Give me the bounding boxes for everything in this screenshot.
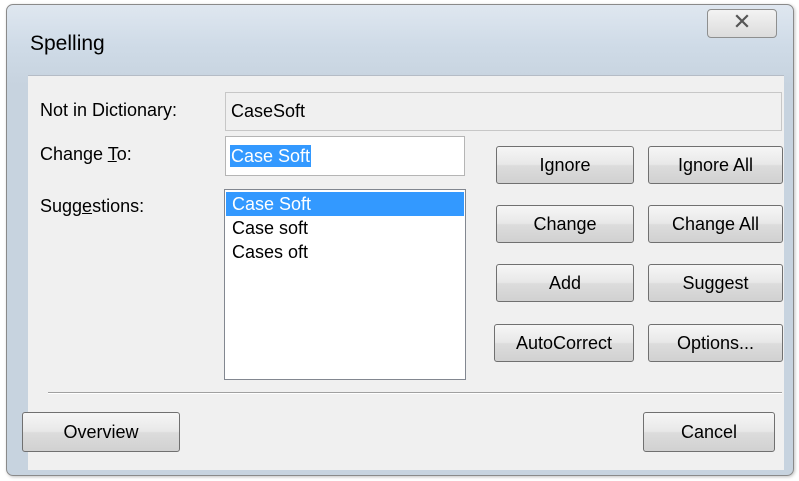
spelling-dialog: Spelling Not in Dictionary: CaseSoft Cha… (6, 4, 794, 476)
change-to-label: Change To: (40, 144, 132, 164)
not-in-dictionary-value: CaseSoft (231, 101, 306, 121)
not-in-dictionary-field: CaseSoft (225, 92, 782, 131)
change-button[interactable]: Change (496, 205, 634, 243)
list-item[interactable]: Case Soft (226, 192, 464, 216)
change-to-value: Case Soft (230, 145, 312, 167)
change-all-button[interactable]: Change All (648, 205, 783, 243)
separator (48, 392, 782, 394)
list-item[interactable]: Case soft (226, 216, 464, 240)
dialog-title: Spelling (30, 32, 105, 55)
suggest-button[interactable]: Suggest (648, 264, 783, 302)
close-x-icon (734, 14, 750, 33)
suggestions-label: Suggestions: (40, 196, 145, 216)
autocorrect-button[interactable]: AutoCorrect (494, 324, 634, 362)
dialog-body: Not in Dictionary: CaseSoft Change To: C… (22, 75, 784, 470)
suggestions-list[interactable]: Case Soft Case soft Cases oft (224, 189, 466, 380)
ignore-all-button[interactable]: Ignore All (648, 146, 783, 184)
close-button[interactable] (707, 9, 777, 38)
ignore-button[interactable]: Ignore (496, 146, 634, 184)
options-button[interactable]: Options... (648, 324, 783, 362)
change-to-input[interactable]: Case Soft (225, 136, 465, 176)
not-in-dictionary-label: Not in Dictionary: (40, 100, 178, 120)
overview-button[interactable]: Overview (22, 412, 180, 452)
add-button[interactable]: Add (496, 264, 634, 302)
cancel-button[interactable]: Cancel (643, 412, 775, 452)
list-item[interactable]: Cases oft (226, 240, 464, 264)
